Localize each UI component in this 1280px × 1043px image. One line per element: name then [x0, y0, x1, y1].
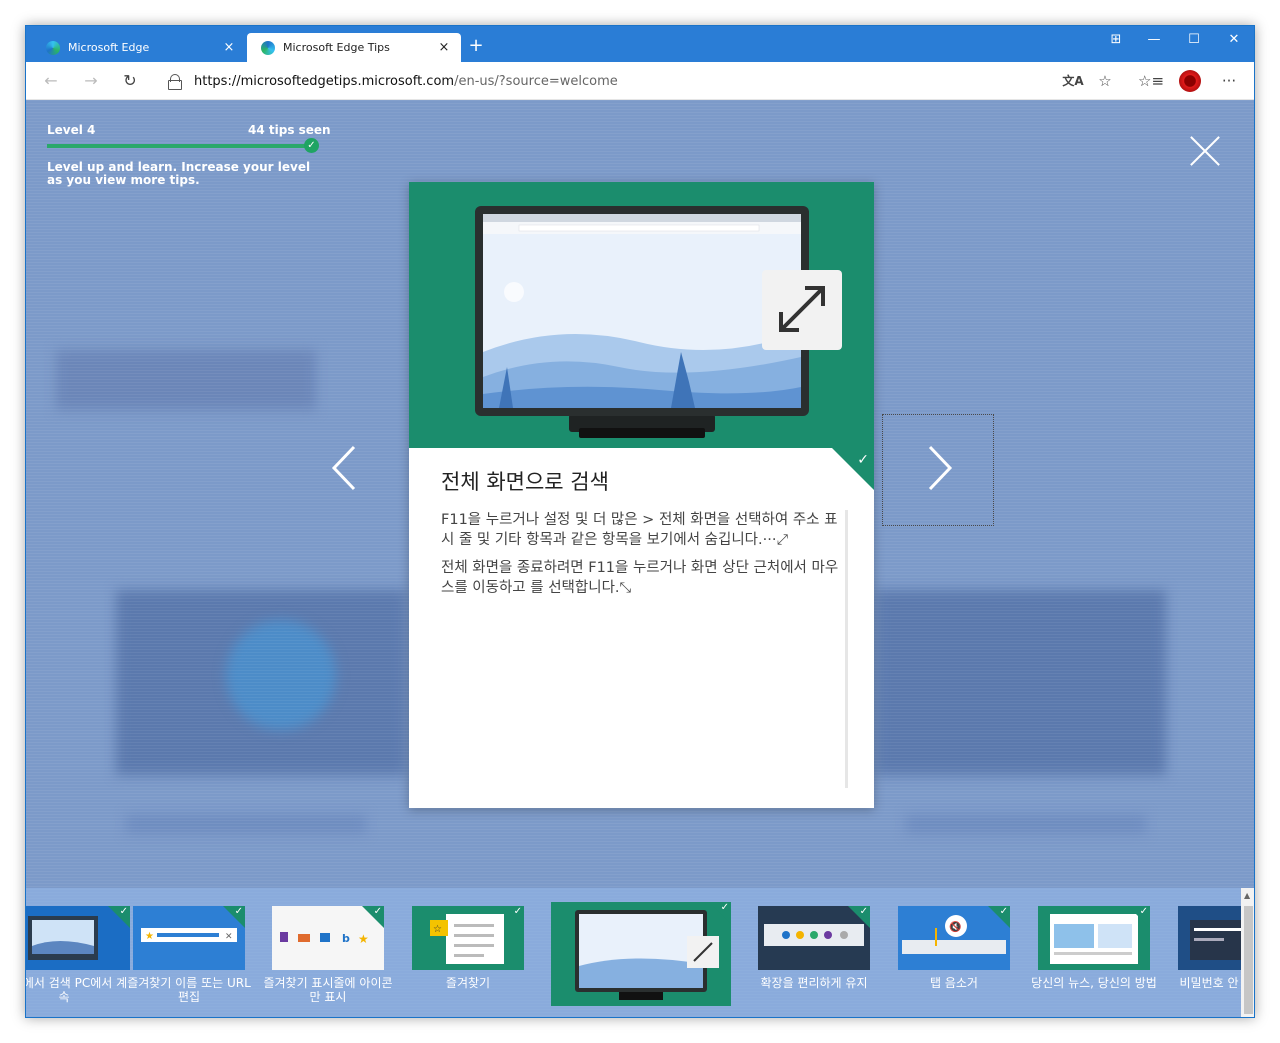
background-blur — [906, 815, 1146, 833]
background-blur — [126, 815, 366, 833]
tip-thumbnail[interactable]: 🔇 ✓ — [898, 906, 1010, 970]
title-bar: Microsoft Edge × Microsoft Edge Tips × +… — [26, 26, 1254, 62]
edge-icon — [261, 40, 275, 55]
tip-thumbnail-label[interactable]: 확장을 편리하게 유지 — [749, 976, 879, 990]
tip-thumbnail[interactable]: ✓ — [758, 906, 870, 970]
svg-text:b: b — [342, 932, 350, 945]
tip-paragraph: F11을 누르거나 설정 및 더 많은 > 전체 화면을 선택하여 주소 표시 … — [441, 512, 838, 548]
forward-icon[interactable]: → — [79, 70, 103, 92]
tab-microsoft-edge[interactable]: Microsoft Edge × — [32, 33, 246, 62]
check-icon: ✓ — [234, 906, 243, 917]
strip-scrollbar[interactable]: ▲ — [1241, 888, 1254, 1017]
background-blur — [876, 590, 1166, 775]
background-blur — [226, 620, 336, 730]
check-icon: ✓ — [999, 906, 1008, 917]
tip-scrollbar[interactable] — [845, 510, 848, 788]
svg-text:★: ★ — [358, 932, 369, 946]
tip-thumbnail[interactable]: ✓ — [1038, 906, 1150, 970]
new-tab-button[interactable]: + — [466, 35, 486, 56]
tip-thumbnail-label[interactable]: 당신의 뉴스, 당신의 방법 — [1029, 976, 1159, 990]
progress-complete-check-icon: ✓ — [304, 138, 319, 153]
edge-icon — [46, 40, 60, 55]
check-icon: ✓ — [720, 902, 729, 913]
tip-thumbnail-label[interactable]: 즐겨찾기 표시줄에 아이콘만 표시 — [263, 976, 393, 1004]
tip-paragraph: 전체 화면을 종료하려면 F11을 누르거나 화면 상단 근처에서 마우스를 이… — [441, 560, 839, 596]
tab-close-button[interactable]: × — [437, 40, 451, 55]
lock-icon — [168, 74, 182, 90]
tip-thumbnail-label[interactable]: 전화에서 검색 PC에서 계속 — [26, 976, 129, 1004]
tip-thumbnail-label[interactable]: 즐겨찾기 이름 또는 URL 편집 — [124, 976, 254, 1004]
tab-close-button[interactable]: × — [222, 40, 236, 55]
tip-thumbnail-label[interactable]: 탭 음소거 — [889, 976, 1019, 990]
tip-thumbnail[interactable]: ✓ — [26, 906, 130, 970]
tip-body: F11을 누르거나 설정 및 더 많은 > 전체 화면을 선택하여 주소 표시 … — [441, 510, 841, 606]
more-options-icon[interactable]: ··· — [1218, 70, 1240, 92]
refresh-icon[interactable]: ↻ — [118, 70, 142, 92]
translate-icon[interactable]: 文A — [1062, 70, 1084, 92]
svg-text:★: ★ — [145, 931, 154, 942]
scrollbar-thumb[interactable] — [1244, 906, 1253, 1014]
window-menu-icon[interactable]: ⊞ — [1096, 30, 1136, 50]
svg-text:☆: ☆ — [433, 924, 442, 935]
browser-window: Microsoft Edge × Microsoft Edge Tips × +… — [25, 25, 1255, 1018]
next-tip-arrow-icon[interactable] — [918, 443, 958, 493]
tips-seen-count: 44 tips seen — [248, 123, 331, 137]
progress-fill — [47, 144, 315, 148]
seen-check-icon: ✓ — [857, 452, 869, 468]
tab-label: Microsoft Edge Tips — [283, 41, 390, 54]
tip-thumbnail-label[interactable]: 즐겨찾기 — [403, 976, 533, 990]
tips-thumbnail-strip: ✓ 전화에서 검색 PC에서 계속 ★ ✕ ✓ 즐겨찾기 이름 또는 URL 편집… — [26, 888, 1254, 1017]
tip-card: ✓ 전체 화면으로 검색 F11을 누르거나 설정 및 더 많은 > 전체 화면… — [409, 182, 874, 808]
tips-overlay: Level 4 44 tips seen ✓ Level up and lear… — [26, 100, 1254, 1017]
close-tips-icon[interactable] — [1188, 134, 1222, 168]
tip-thumbnail-current[interactable]: ✓ — [551, 902, 731, 1006]
svg-text:✕: ✕ — [225, 932, 233, 942]
scroll-up-icon[interactable]: ▲ — [1244, 891, 1250, 900]
tip-thumbnail[interactable] — [1178, 906, 1241, 970]
maximize-button[interactable]: ☐ — [1174, 30, 1214, 50]
tip-thumbnail[interactable]: ☆ ✓ — [412, 906, 524, 970]
minimize-button[interactable]: — — [1134, 30, 1174, 50]
previous-tip-arrow-icon[interactable] — [326, 443, 366, 493]
tip-thumbnail[interactable]: ★ ✕ ✓ — [133, 906, 245, 970]
back-icon[interactable]: ← — [39, 70, 63, 92]
favorite-star-icon[interactable]: ☆ — [1094, 70, 1116, 92]
profile-avatar[interactable] — [1179, 70, 1201, 92]
tip-illustration — [409, 182, 874, 448]
background-blur — [56, 350, 316, 410]
tip-thumbnail[interactable]: b ★ ✓ — [272, 906, 384, 970]
address-bar[interactable]: https://microsoftedgetips.microsoft.com/… — [156, 67, 1181, 95]
check-icon: ✓ — [119, 906, 128, 917]
tip-thumbnail-label[interactable]: 비밀번호 안 — [1169, 976, 1249, 990]
svg-text:🔇: 🔇 — [949, 920, 961, 933]
tip-title: 전체 화면으로 검색 — [441, 470, 609, 494]
url-text: https://microsoftedgetips.microsoft.com/… — [194, 73, 618, 89]
favorites-list-icon[interactable]: ☆≡ — [1138, 70, 1164, 92]
check-icon: ✓ — [513, 906, 522, 917]
level-label: Level 4 — [47, 123, 96, 137]
level-up-message: Level up and learn. Increase your level … — [47, 160, 311, 187]
address-toolbar: ← → ↻ https://microsoftedgetips.microsof… — [26, 62, 1254, 100]
level-progress-bar: ✓ — [47, 138, 319, 153]
tab-label: Microsoft Edge — [68, 41, 150, 54]
tab-microsoft-edge-tips[interactable]: Microsoft Edge Tips × — [247, 33, 461, 62]
check-icon: ✓ — [1139, 906, 1148, 917]
check-icon: ✓ — [373, 906, 382, 917]
check-icon: ✓ — [859, 906, 868, 917]
close-window-button[interactable]: ✕ — [1214, 30, 1254, 50]
